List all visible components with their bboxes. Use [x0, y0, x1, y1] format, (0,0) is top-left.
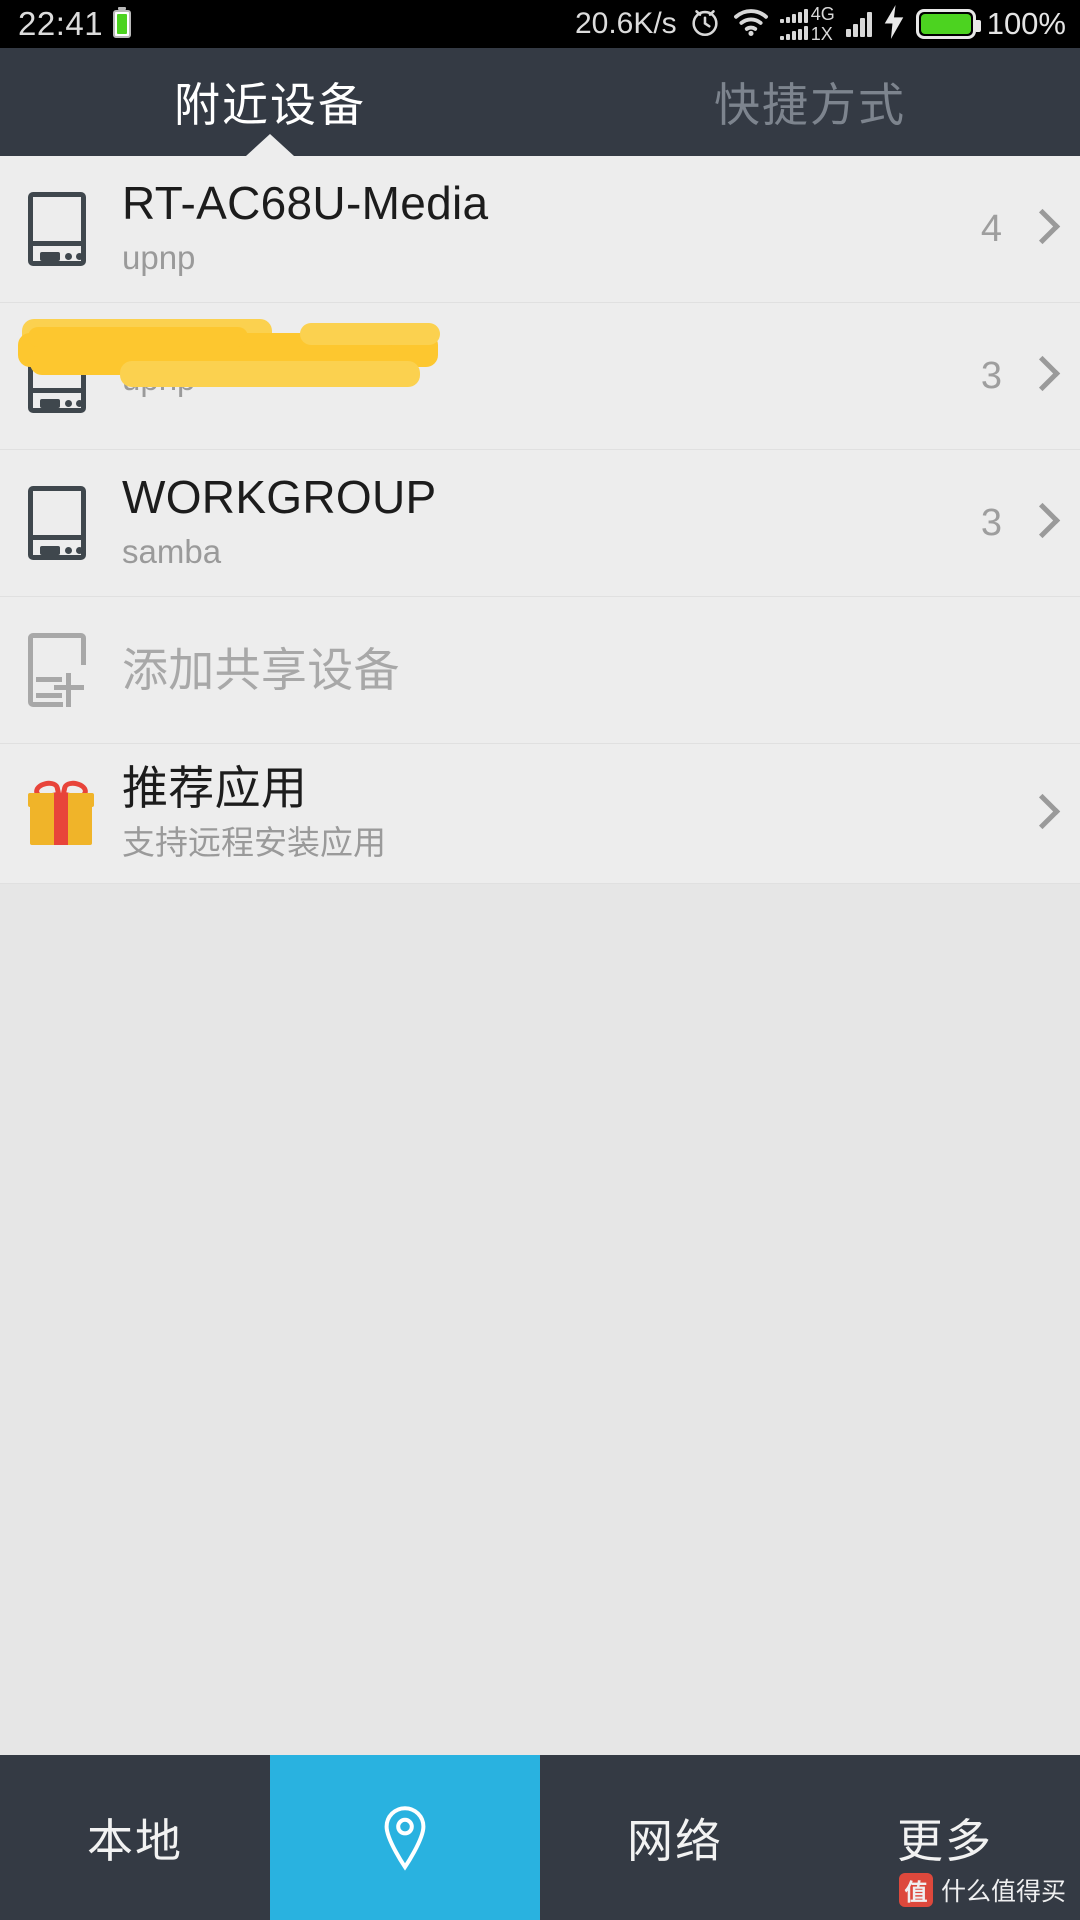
device-meta: 3 — [981, 355, 1050, 398]
nav-item-devices[interactable] — [270, 1755, 540, 1920]
gift-icon — [28, 777, 94, 845]
bottom-navigation: 本地 网络 更多 值 什么值得买 — [0, 1755, 1080, 1920]
tab-bar: 附近设备 快捷方式 — [0, 48, 1080, 156]
list-item[interactable]: WORKGROUP samba 3 — [0, 450, 1080, 597]
network-speed-label: 20.6K/s — [574, 7, 677, 40]
signal-strength-icon — [845, 11, 872, 37]
empty-area — [0, 884, 1080, 1437]
device-meta: 4 — [981, 208, 1050, 251]
watermark: 值 什么值得买 — [898, 1872, 1066, 1908]
nav-item-network[interactable]: 网络 — [540, 1755, 810, 1920]
recommended-apps-row[interactable]: 推荐应用 支持远程安装应用 — [0, 744, 1080, 884]
device-text: WORKGROUP samba — [102, 471, 981, 574]
status-clock: 22:41 — [18, 5, 104, 42]
list-item[interactable]: RT-AC68U-Media upnp 4 — [0, 156, 1080, 303]
recommended-apps-subtitle: 支持远程安装应用 — [122, 823, 386, 861]
device-protocol: upnp — [122, 359, 196, 397]
status-bar: 22:41 20.6K/s 4G 1X 100% — [0, 0, 1080, 48]
chevron-right-icon[interactable] — [1028, 795, 1050, 833]
sim1-generation-label: 4G — [810, 4, 835, 24]
sim2-generation-label: 1X — [810, 24, 833, 44]
device-icon-wrapper — [28, 339, 102, 413]
device-text: RT-AC68U-Media upnp — [102, 177, 981, 280]
list-item[interactable]: upnp 3 — [0, 303, 1080, 450]
add-device-icon-wrapper — [28, 633, 102, 707]
server-device-icon — [28, 192, 86, 266]
status-bar-left: 22:41 — [0, 5, 132, 43]
location-pin-icon — [381, 1805, 429, 1871]
recommended-apps-text: 推荐应用 支持远程安装应用 — [102, 762, 1028, 865]
battery-small-icon — [113, 10, 132, 38]
device-count: 3 — [980, 501, 1002, 544]
device-protocol: upnp — [122, 239, 196, 277]
watermark-text: 什么值得买 — [940, 1878, 1066, 1906]
device-text: upnp — [102, 351, 981, 402]
alarm-clock-icon — [688, 5, 722, 44]
device-icon-wrapper — [28, 486, 102, 560]
device-meta: 3 — [981, 502, 1050, 545]
recommended-apps-label: 推荐应用 — [122, 761, 308, 814]
charging-bolt-icon — [883, 4, 905, 44]
battery-percent-label: 100% — [986, 6, 1066, 41]
wifi-icon — [733, 7, 769, 42]
signal-bars-icon: 4G 1X — [779, 4, 835, 44]
recommended-apps-meta — [1028, 795, 1050, 833]
device-name: WORKGROUP — [122, 471, 437, 524]
status-bar-right: 20.6K/s 4G 1X 100% — [575, 0, 1066, 48]
device-count: 3 — [980, 354, 1002, 397]
device-list: RT-AC68U-Media upnp 4 upnp 3 WORKGROUP s… — [0, 156, 1080, 884]
server-device-icon — [28, 339, 86, 413]
add-device-icon — [28, 633, 89, 707]
server-device-icon — [28, 486, 86, 560]
device-icon-wrapper — [28, 192, 102, 266]
device-count: 4 — [980, 207, 1002, 250]
add-shared-device-row[interactable]: 添加共享设备 — [0, 597, 1080, 744]
chevron-right-icon[interactable] — [1028, 210, 1050, 248]
battery-icon — [915, 9, 981, 39]
tab-shortcuts[interactable]: 快捷方式 — [540, 48, 1080, 156]
device-name: RT-AC68U-Media — [122, 177, 489, 230]
chevron-right-icon[interactable] — [1028, 504, 1050, 542]
chevron-right-icon[interactable] — [1028, 357, 1050, 395]
device-protocol: samba — [122, 533, 222, 571]
watermark-badge: 值 — [898, 1873, 933, 1907]
gift-icon-wrapper — [28, 777, 102, 845]
active-tab-indicator-icon — [246, 134, 294, 156]
add-shared-device-label: 添加共享设备 — [122, 643, 400, 696]
nav-item-local[interactable]: 本地 — [0, 1755, 270, 1920]
add-device-text: 添加共享设备 — [102, 644, 1050, 697]
